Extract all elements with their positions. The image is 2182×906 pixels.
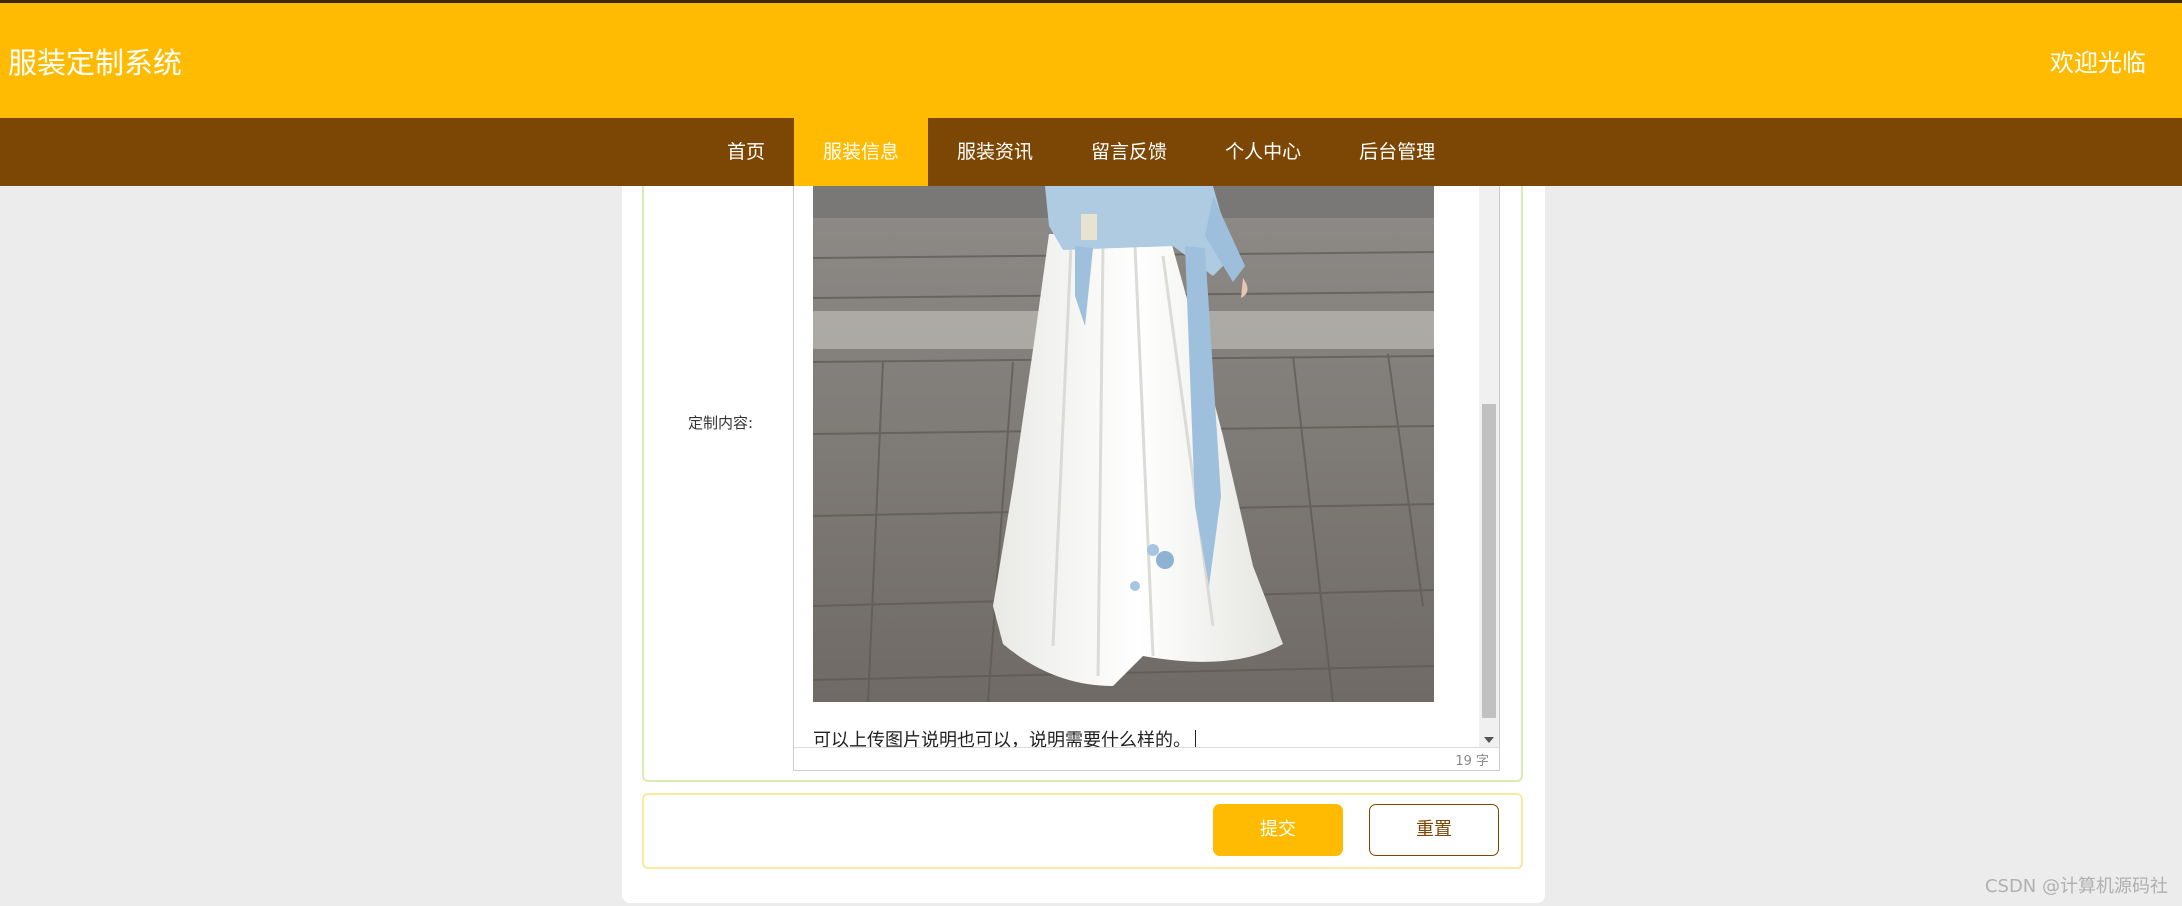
- nav-item-home[interactable]: 首页: [698, 118, 794, 186]
- garment-photo-svg: [813, 186, 1434, 702]
- site-header: 服装定制系统 欢迎光临: [0, 3, 2182, 118]
- scrollbar-thumb[interactable]: [1482, 404, 1496, 718]
- main-nav: 首页 服装信息 服装资讯 留言反馈 个人中心 后台管理: [0, 118, 2182, 186]
- content-label: 定制内容:: [688, 414, 754, 432]
- site-title: 服装定制系统: [8, 46, 183, 80]
- form-card: 定制内容: 可以上传图片说明也可以，说明需要什么样的。 19 字 提交 重置: [622, 186, 1545, 903]
- rich-text-editor[interactable]: 可以上传图片说明也可以，说明需要什么样的。 19 字: [793, 186, 1500, 771]
- editor-text-line[interactable]: 可以上传图片说明也可以，说明需要什么样的。: [813, 726, 1196, 749]
- nav-items: 首页 服装信息 服装资讯 留言反馈 个人中心 后台管理: [698, 118, 1464, 186]
- editor-status-bar: 19 字: [794, 747, 1499, 770]
- editor-scrollbar[interactable]: [1479, 186, 1499, 749]
- uploaded-garment-photo: [813, 186, 1434, 702]
- scroll-down-arrow-icon[interactable]: [1484, 737, 1494, 743]
- nav-item-admin[interactable]: 后台管理: [1330, 118, 1464, 186]
- nav-item-feedback[interactable]: 留言反馈: [1062, 118, 1196, 186]
- form-actions: 提交 重置: [642, 793, 1523, 869]
- content-form-row: 定制内容: 可以上传图片说明也可以，说明需要什么样的。 19 字: [642, 186, 1523, 782]
- editor-content-area[interactable]: 可以上传图片说明也可以，说明需要什么样的。: [794, 186, 1480, 749]
- reset-button[interactable]: 重置: [1369, 804, 1499, 856]
- nav-item-profile[interactable]: 个人中心: [1196, 118, 1330, 186]
- welcome-text: 欢迎光临: [2050, 49, 2146, 77]
- nav-item-clothing-news[interactable]: 服装资讯: [928, 118, 1062, 186]
- submit-button[interactable]: 提交: [1213, 804, 1343, 856]
- watermark: CSDN @计算机源码社: [1984, 876, 2168, 897]
- nav-item-clothing-info[interactable]: 服装信息: [794, 118, 929, 186]
- word-count: 19 字: [1455, 754, 1489, 769]
